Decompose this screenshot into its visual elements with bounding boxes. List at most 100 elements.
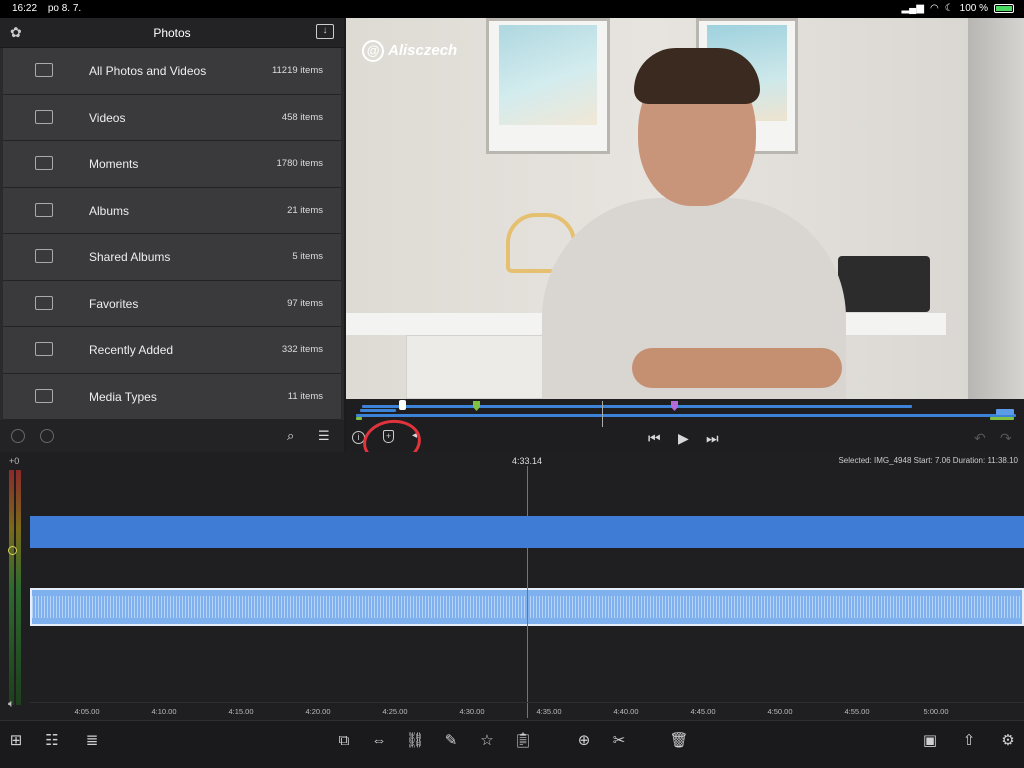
watermark-text: Alisczech [388,42,458,59]
battery-percent: 100 % [959,3,988,14]
clipboard-icon[interactable]: 📋︎ [513,731,533,751]
import-icon[interactable]: ↓ [316,24,334,39]
select-all-icon[interactable] [40,429,54,443]
link-icon[interactable]: ⛓ [405,731,425,751]
ruler-tick: 4:55.00 [844,707,870,716]
person-hair [634,48,760,104]
speaker-icon[interactable]: 🔈︎ [8,698,15,711]
add-circle-icon[interactable]: ⊕ [574,731,594,751]
time-ruler[interactable]: 4:05.00 4:10.00 4:15.00 4:20.00 4:25.00 … [30,702,1024,720]
bottom-toolbar: ⊞ ☷ ≣ ⧉ ⇔ ⛓ ✎ ☆ 📋︎ ⊕ ✂ 🗑︎ ▣ ⇧ ⚙ [0,720,1024,768]
heart-album-icon [35,295,53,310]
overview-green-segment-end [990,417,1014,420]
ruler-tick: 4:30.00 [459,707,485,716]
album-list: All Photos and Videos 11219 items Videos… [3,48,341,420]
play-icon[interactable]: ▶ [678,430,689,447]
marker-purple[interactable] [671,401,678,411]
clip-overview-track-start [360,409,396,412]
folder-icon [35,63,53,77]
add-to-project-icon[interactable]: ⊞ [6,731,26,751]
share-icon[interactable]: ⇧ [959,731,979,751]
sort-list-icon[interactable]: ☰ [318,428,330,444]
trim-icon[interactable]: ⇔ [369,731,389,751]
wall-poster-left [486,18,610,154]
timeline-current-time: 4:33.14 [512,456,543,466]
audio-overview-track[interactable] [356,414,1016,417]
undo-icon[interactable]: ↶ [974,430,986,447]
album-label: Recently Added [89,343,174,357]
ruler-tick: 4:15.00 [228,707,254,716]
scrubber-bar: i + ◂ ⏮ ▶ ⏭ ↶ ↷ [346,399,1024,468]
go-to-start-icon[interactable]: ⏮ [648,430,661,447]
fridge [968,18,1024,399]
add-clip-icon[interactable]: ⧉ [334,731,354,751]
wifi-icon: ◠ [929,3,939,14]
album-moments[interactable]: Moments 1780 items [3,141,341,188]
album-albums[interactable]: Albums 21 items [3,187,341,234]
timeline[interactable]: +0 🔈︎ 4:33.14 Selected: IMG_4948 Start: … [0,452,1024,720]
status-date: po 8. 7. [47,3,82,14]
album-label: Videos [89,110,126,125]
printer [838,256,930,312]
ruler-tick: 4:50.00 [767,707,793,716]
layout-icon[interactable]: ▣ [920,731,940,751]
clip-list-icon[interactable]: ☷ [42,731,62,751]
status-bar: 16:22 po 8. 7. ▂▄▆ ◠ ☾ 100 % [0,0,1024,18]
album-all-photos[interactable]: All Photos and Videos 11219 items [3,48,341,95]
album-count: 11 items [287,390,323,402]
scrubber-handle[interactable] [399,400,406,410]
video-camera-icon [35,109,53,124]
album-favorites[interactable]: Favorites 97 items [3,280,341,327]
watermark-logo: @ Alisczech [362,40,457,62]
audio-level-meter[interactable] [4,470,24,705]
album-media-types[interactable]: Media Types 11 items [3,373,341,420]
pencil-icon[interactable]: ✎ [441,731,461,751]
folder-icon [35,249,53,263]
selection-info: Selected: IMG_4948 Start: 7.06 Duration:… [838,456,1018,465]
folder-icon [35,388,53,403]
photos-browser: ✿ Photos ↓ All Photos and Videos 11219 i… [0,18,344,452]
video-preview[interactable]: @ Alisczech [346,18,1024,399]
trash-icon[interactable]: 🗑︎ [669,731,689,751]
signal-icon: ▂▄▆ [901,3,924,14]
album-count: 458 items [281,111,323,123]
ruler-tick: 4:45.00 [690,707,716,716]
tracks-icon[interactable]: ≣ [82,731,102,751]
ruler-tick: 4:05.00 [74,707,100,716]
timeline-playhead[interactable] [527,466,528,718]
album-label: All Photos and Videos [89,64,207,78]
album-recently-added[interactable]: Recently Added 332 items [3,327,341,374]
person-hands [632,348,842,388]
ruler-tick: 5:00.00 [923,707,949,716]
battery-icon [994,4,1014,13]
meter-level-knob[interactable] [8,546,17,555]
overview-end-block [996,409,1014,415]
clip-overview-track[interactable] [362,405,912,408]
moon-icon: ☾ [944,3,954,14]
album-videos[interactable]: Videos 458 items [3,94,341,141]
album-label: Albums [89,203,130,218]
album-count: 11219 items [271,65,323,76]
scrubber-playhead[interactable] [602,401,603,427]
settings-gear-icon[interactable]: ⚙ [998,731,1018,751]
select-check-icon[interactable] [11,429,25,443]
redo-icon[interactable]: ↷ [1000,430,1012,447]
ruler-tick: 4:20.00 [305,707,331,716]
search-icon[interactable]: ⌕ [287,428,294,444]
albums-icon [35,202,53,217]
go-to-end-icon[interactable]: ⏭ [706,430,719,447]
album-count: 1780 items [276,158,323,169]
photos-title: Photos [153,26,191,40]
album-count: 21 items [287,204,323,216]
album-count: 5 items [292,251,323,262]
photos-header: ✿ Photos ↓ [0,18,344,48]
marker-green[interactable] [473,401,480,411]
status-time: 16:22 [12,3,38,14]
album-shared[interactable]: Shared Albums 5 items [3,234,341,281]
ruler-tick: 4:35.00 [536,707,562,716]
meter-gain-label: +0 [9,456,20,466]
album-label: Shared Albums [89,250,171,264]
favorite-star-icon[interactable]: ☆ [477,731,497,751]
scissors-icon[interactable]: ✂ [609,731,629,751]
album-count: 332 items [281,344,323,355]
